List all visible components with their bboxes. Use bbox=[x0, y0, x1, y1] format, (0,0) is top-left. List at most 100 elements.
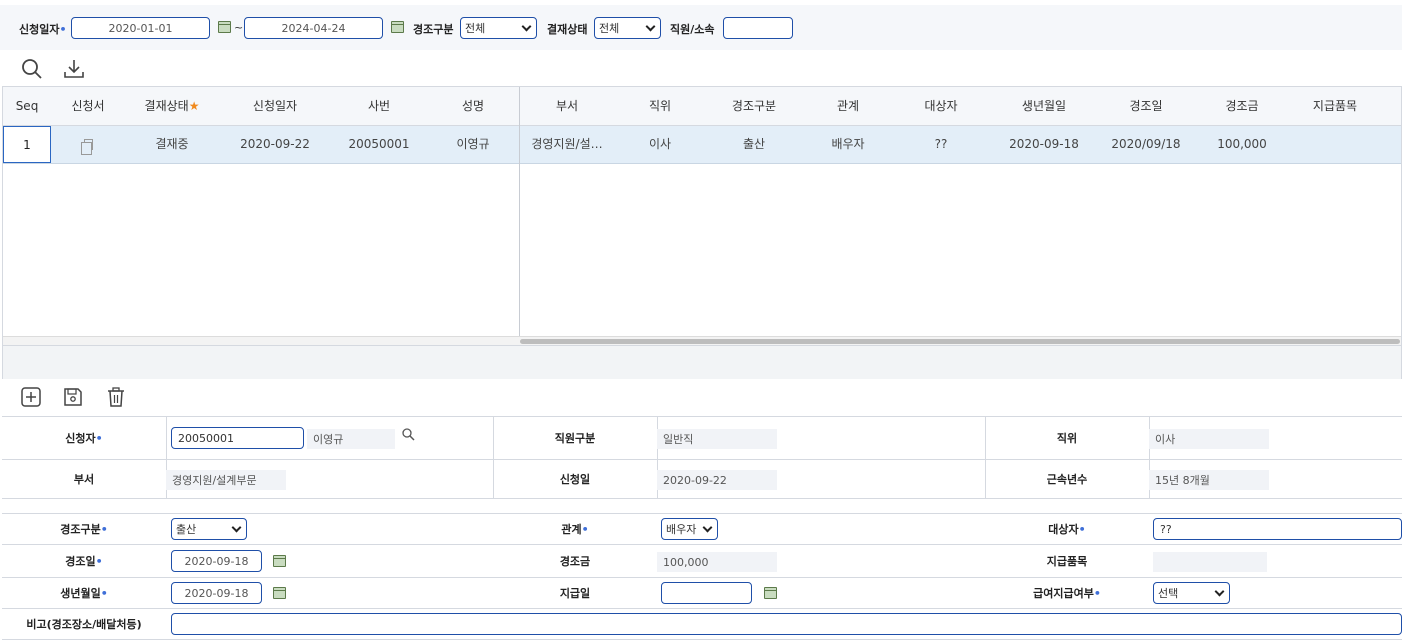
salary-pay-select[interactable]: 선택 bbox=[1153, 582, 1230, 604]
status-cell: 결재중 bbox=[155, 137, 189, 151]
calendar-icon[interactable] bbox=[764, 587, 777, 599]
applicant-name-field: 이영규 bbox=[307, 429, 395, 449]
salary-pay-select-value: 선택 bbox=[1158, 587, 1179, 600]
plus-square-icon[interactable] bbox=[21, 387, 41, 410]
apply-date-field: 2020-09-22 bbox=[657, 470, 777, 490]
emp-type-field: 일반직 bbox=[657, 429, 777, 449]
apply-date-cell: 2020-09-22 bbox=[240, 137, 310, 151]
date-from-input[interactable]: 2020-01-01 bbox=[71, 17, 210, 39]
emp-type-label: 직원구분 bbox=[554, 432, 596, 445]
target-input[interactable]: ?? bbox=[1153, 518, 1402, 540]
chevron-down-icon bbox=[1214, 586, 1225, 596]
type-cell: 출산 bbox=[742, 137, 766, 151]
col-name[interactable]: 성명 bbox=[427, 87, 519, 126]
applicant-label: 신청자 • bbox=[65, 431, 103, 446]
search-icon[interactable] bbox=[21, 58, 43, 83]
type-select[interactable]: 출산 bbox=[171, 518, 247, 540]
search-panel: 신청일자• 2020-01-01 ~ 2024-04-24 경조구분 전체 결재… bbox=[0, 5, 1402, 50]
amount-field: 100,000 bbox=[657, 552, 777, 572]
horizontal-scrollbar[interactable] bbox=[3, 336, 1401, 345]
chevron-down-icon bbox=[702, 522, 713, 532]
tenure-label: 근속년수 bbox=[1046, 473, 1088, 486]
col-application[interactable]: 신청서 bbox=[51, 87, 125, 126]
name-cell: 이영규 bbox=[456, 137, 490, 151]
employee-input[interactable] bbox=[723, 17, 793, 39]
dept-label: 부서 bbox=[73, 473, 95, 486]
approval-status-select[interactable]: 전체 bbox=[594, 17, 661, 39]
form-row: 신청자 • 20050001 이영규 직원구분 일반직 직위 이사 bbox=[2, 417, 1402, 460]
position-label: 직위 bbox=[1056, 432, 1078, 445]
dept-cell: 경영지원/설… bbox=[531, 137, 603, 151]
form-row: 비고(경조장소/배달처등) bbox=[2, 609, 1402, 640]
dept-field: 경영지원/설계부문 bbox=[166, 470, 286, 490]
target-label: 대상자 • bbox=[1048, 522, 1086, 537]
remarks-input[interactable] bbox=[171, 613, 1402, 635]
chevron-down-icon bbox=[521, 21, 532, 31]
condolence-type-label: 경조구분 bbox=[413, 23, 454, 36]
event-date-cell: 2020/09/18 bbox=[1111, 137, 1181, 151]
download-icon[interactable] bbox=[63, 58, 85, 83]
amount-label: 경조금 bbox=[559, 555, 591, 568]
col-birth[interactable]: 생년월일 bbox=[988, 87, 1100, 126]
col-relation[interactable]: 관계 bbox=[802, 87, 894, 126]
remarks-label: 비고(경조장소/배달처등) bbox=[26, 618, 142, 631]
calendar-icon[interactable] bbox=[391, 21, 404, 33]
tenure-field: 15년 8개월 bbox=[1149, 470, 1269, 490]
apply-date-label: 신청일 bbox=[559, 473, 591, 486]
condolence-form: 경조구분 • 출산 관계 • 배우자 대상자 • ?? 경조일 • 2020-09-18… bbox=[2, 513, 1402, 640]
col-event-date[interactable]: 경조일 bbox=[1100, 87, 1192, 126]
col-amount[interactable]: 경조금 bbox=[1192, 87, 1292, 126]
form-row: 경조일 • 2020-09-18 경조금 100,000 지급품목 bbox=[2, 545, 1402, 578]
salary-pay-label: 급여지급여부 • bbox=[1033, 586, 1101, 601]
pay-date-input[interactable] bbox=[661, 582, 752, 604]
seq-cell[interactable]: 1 bbox=[3, 126, 51, 163]
relation-cell: 배우자 bbox=[831, 137, 865, 151]
position-cell: 이사 bbox=[648, 137, 672, 151]
calendar-icon[interactable] bbox=[273, 555, 286, 567]
frozen-column-divider bbox=[519, 87, 520, 337]
event-date-input[interactable]: 2020-09-18 bbox=[171, 550, 262, 572]
birth-label: 생년월일 • bbox=[60, 586, 108, 601]
col-dept[interactable]: 부서 bbox=[520, 87, 614, 126]
event-date-label: 경조일 • bbox=[65, 554, 103, 569]
calendar-icon[interactable] bbox=[218, 21, 231, 33]
search-icon[interactable] bbox=[402, 428, 415, 445]
trash-icon[interactable] bbox=[106, 387, 126, 410]
col-item[interactable]: 지급품목 bbox=[1292, 87, 1378, 126]
applicant-no-input[interactable]: 20050001 bbox=[171, 427, 304, 449]
calendar-icon[interactable] bbox=[273, 587, 286, 599]
relation-select[interactable]: 배우자 bbox=[661, 518, 718, 540]
col-type[interactable]: 경조구분 bbox=[706, 87, 802, 126]
col-position[interactable]: 직위 bbox=[614, 87, 706, 126]
col-seq[interactable]: Seq bbox=[3, 87, 51, 126]
chevron-down-icon bbox=[645, 21, 656, 31]
col-approval-status[interactable]: 결재상태★ bbox=[125, 87, 219, 126]
range-separator: ~ bbox=[234, 21, 244, 34]
col-target[interactable]: 대상자 bbox=[894, 87, 988, 126]
col-emp-no[interactable]: 사번 bbox=[331, 87, 427, 126]
employee-label: 직원/소속 bbox=[670, 23, 715, 36]
relation-select-value: 배우자 bbox=[666, 523, 697, 536]
table-row[interactable]: 1 결재중 2020-09-22 20050001 이영규 경영지원/설… 이사… bbox=[3, 126, 1401, 164]
grid-header: Seq 신청서 결재상태★ 신청일자 사번 성명 부서 직위 경조구분 관계 대… bbox=[3, 87, 1401, 126]
col-approval-status-label: 결재상태 bbox=[144, 99, 189, 113]
request-grid: Seq 신청서 결재상태★ 신청일자 사번 성명 부서 직위 경조구분 관계 대… bbox=[2, 86, 1402, 379]
required-star-icon: ★ bbox=[188, 99, 200, 113]
apply-date-label: 신청일자• bbox=[19, 23, 67, 36]
document-copy-icon[interactable] bbox=[80, 139, 93, 155]
application-cell[interactable] bbox=[51, 126, 125, 163]
save-icon[interactable] bbox=[63, 387, 83, 410]
emp-no-cell: 20050001 bbox=[348, 137, 410, 151]
approval-status-value: 전체 bbox=[599, 22, 620, 35]
date-to-input[interactable]: 2024-04-24 bbox=[244, 17, 383, 39]
item-label: 지급품목 bbox=[1046, 555, 1088, 568]
birth-date-input[interactable]: 2020-09-18 bbox=[171, 582, 262, 604]
item-field bbox=[1153, 552, 1267, 572]
col-apply-date[interactable]: 신청일자 bbox=[219, 87, 331, 126]
amount-cell: 100,000 bbox=[1217, 137, 1267, 151]
chevron-down-icon bbox=[231, 522, 242, 532]
grid-footer bbox=[3, 345, 1401, 379]
relation-label: 관계 • bbox=[561, 522, 589, 537]
scrollbar-thumb[interactable] bbox=[520, 339, 1400, 344]
condolence-type-select[interactable]: 전체 bbox=[460, 17, 537, 39]
